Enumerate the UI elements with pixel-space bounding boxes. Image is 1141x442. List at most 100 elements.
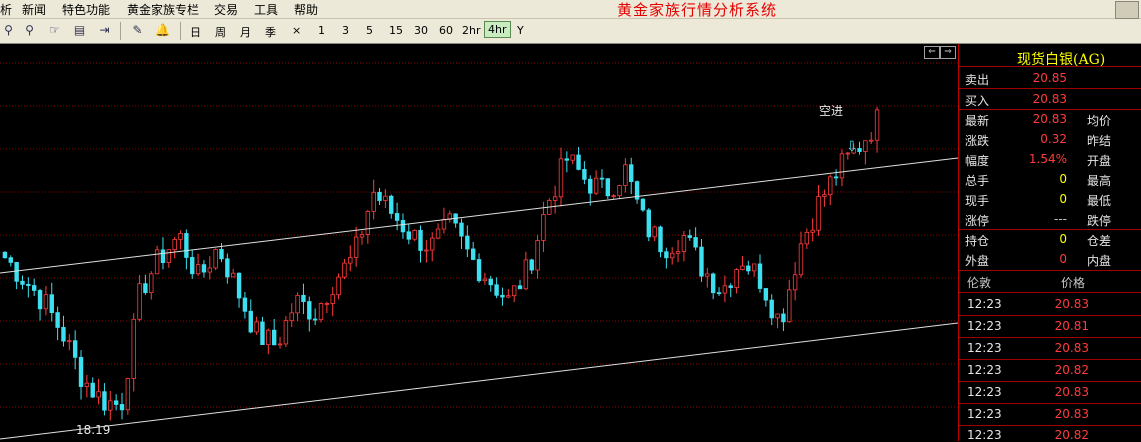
alarm-bell-icon[interactable]: 🔔 [155,23,170,38]
export-icon[interactable]: ⇥ [97,23,112,38]
hand-icon[interactable]: ☞ [47,23,62,38]
candlestick-chart[interactable] [0,44,958,441]
candle [430,237,435,251]
page-icon[interactable]: ▤ [72,23,87,38]
candle [254,321,259,333]
candle [225,258,230,278]
candle [394,213,400,221]
period-4hr[interactable]: 4hr [484,21,511,38]
candle [804,231,810,245]
quote-label-limit-up: 涨停 [965,214,990,228]
candle [166,249,172,264]
period-close[interactable]: × [292,24,301,37]
candle [687,235,692,238]
candle [652,226,657,238]
candle [459,222,464,237]
quote-label-open: 开盘 [1087,154,1112,168]
candle [781,313,786,323]
tick-price: 20.81 [1054,319,1089,333]
candle [705,273,710,277]
candle [670,252,675,259]
menu-analysis[interactable]: 析 [0,1,12,18]
candle [828,176,833,196]
candle [787,289,792,323]
candle [716,292,722,295]
chart-scroll-left-button[interactable]: ⇐ [924,46,940,59]
candle [359,234,365,238]
candle [8,257,13,263]
candle [149,273,154,294]
candle [37,290,43,310]
tick-time: 12:23 [967,297,1002,311]
candle [693,237,698,248]
panel-divider [959,88,1141,89]
candle [43,294,49,310]
toolbar-separator [120,22,121,40]
toolbar: ⚲ ⚲ ☞ ▤ ⇥ ✎ 🔔 日 周 月 季 × 1 3 5 15 30 60 2… [0,19,1141,44]
candle [342,262,347,278]
menu-tools[interactable]: 工具 [254,1,278,18]
period-year[interactable]: Y [517,24,524,37]
quote-value-current-lots: 0 [1059,192,1067,206]
zoom-in-icon[interactable]: ⚲ [1,23,16,38]
quote-label-outer-volume: 外盘 [965,254,990,268]
menu-gold-family-column[interactable]: 黄金家族专栏 [127,1,199,18]
candle [31,285,37,291]
panel-divider [959,315,1141,316]
candle [14,262,19,282]
menu-trade[interactable]: 交易 [214,1,238,18]
candle [675,251,681,254]
candle [84,382,90,387]
quote-label-change: 涨跌 [965,134,990,148]
panel-divider [959,403,1141,404]
candle [722,285,728,294]
quote-label-open-interest: 持仓 [965,234,990,248]
period-15min[interactable]: 15 [389,24,403,37]
candle [500,294,505,298]
candle [763,288,769,301]
ticks-header-price: 价格 [1061,276,1086,290]
candle [348,257,353,264]
candle [383,195,388,201]
quote-value-change: 0.32 [1040,132,1067,146]
candle [552,196,558,201]
menu-news[interactable]: 新闻 [22,1,46,18]
candle [248,310,253,333]
menu-special-features[interactable]: 特色功能 [62,1,110,18]
candle [523,259,529,290]
candle [470,248,476,260]
chart-scroll-right-button[interactable]: ⇒ [940,46,956,59]
candle [312,318,318,321]
candle [576,154,581,170]
period-week[interactable]: 周 [215,24,226,40]
menu-help[interactable]: 帮助 [294,1,318,18]
candle [412,230,417,240]
draw-tool-icon[interactable]: ✎ [130,23,145,38]
candle [72,340,78,358]
candle [78,356,84,387]
candle [857,148,862,152]
candle [658,226,663,253]
quote-label-bid: 买入 [965,94,990,108]
candle [242,297,248,312]
period-day[interactable]: 日 [190,24,201,40]
period-3min[interactable]: 3 [342,24,349,37]
period-month[interactable]: 月 [240,24,251,40]
tick-price: 20.83 [1054,297,1089,311]
period-60min[interactable]: 60 [439,24,453,37]
candle [728,285,733,288]
period-5min[interactable]: 5 [366,24,373,37]
period-30min[interactable]: 30 [414,24,428,37]
period-quarter[interactable]: 季 [265,24,276,40]
candle [588,178,593,194]
candle [406,231,412,240]
candle [353,236,359,258]
period-1min[interactable]: 1 [318,24,325,37]
quote-panel: 现货白银(AG) 卖出 20.85 买入 20.83 最新 20.83 均价 涨… [958,44,1141,442]
window-control-button[interactable] [1115,1,1139,19]
period-2hr[interactable]: 2hr [462,24,481,37]
panel-divider [959,109,1141,110]
candle [61,327,66,342]
candle [289,312,294,322]
zoom-out-icon[interactable]: ⚲ [22,23,37,38]
